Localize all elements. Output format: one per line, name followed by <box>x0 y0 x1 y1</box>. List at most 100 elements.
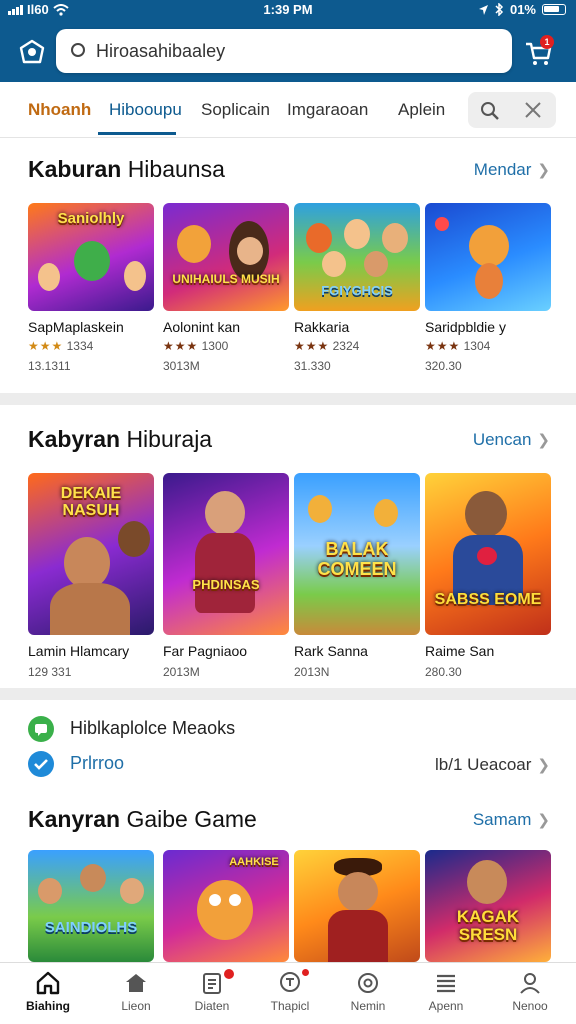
game-rating: ★★★ 1334 <box>28 339 94 353</box>
chat-bubble-icon <box>280 972 300 992</box>
see-more-link[interactable]: Samam ❯ <box>473 810 550 830</box>
search-bar[interactable] <box>56 29 512 73</box>
game-title: SapMaplaskein <box>28 319 124 335</box>
game-rating: ★★★ 1300 <box>163 339 229 353</box>
tab-2[interactable]: Hibooupu <box>109 100 182 120</box>
nav-item-profile[interactable]: Nenoo <box>490 971 570 1013</box>
info-row-action[interactable]: lb/1 Ueacoar ❯ <box>435 755 550 775</box>
game-card[interactable]: DEKAIE NASUH Lamin Hlamcary 129 331 <box>28 473 154 679</box>
game-thumbnail: FGIYGHCIS <box>294 203 420 311</box>
game-card[interactable]: PHDINSAS Far Pagniaoo 2013M <box>163 473 289 679</box>
bottom-nav: Biahing Lieon Diaten Thapicl Nemin Apenn… <box>0 962 576 1024</box>
game-thumbnail: SAINDIOLHS <box>28 850 154 962</box>
game-title: Rark Sanna <box>294 643 368 659</box>
game-card[interactable]: Saniolhly SapMaplaskein ★★★ 1334 13.1311 <box>28 203 154 373</box>
see-more-link[interactable]: Uencan ❯ <box>473 430 550 450</box>
game-meta: 280.30 <box>425 665 462 679</box>
see-more-link[interactable]: Mendar ❯ <box>474 160 550 180</box>
battery-percent: 01% <box>509 2 536 17</box>
game-meta: 2013N <box>294 665 330 679</box>
game-card[interactable]: AAHKISE <box>163 850 289 962</box>
profile-icon <box>520 973 540 994</box>
game-thumbnail: AAHKISE <box>163 850 289 962</box>
disc-icon <box>358 973 378 993</box>
active-tab-indicator <box>98 132 176 135</box>
game-card[interactable]: Saridpbldie y ★★★ 1304 320.30 <box>425 203 551 373</box>
star-rating-icon: ★★★ <box>163 339 199 353</box>
game-rating: ★★★ 1304 <box>425 339 491 353</box>
section-title: Kanyran Gaibe Game <box>28 806 257 832</box>
search-input[interactable] <box>96 37 496 65</box>
game-meta: 31.330 <box>294 359 331 373</box>
section-divider <box>0 393 576 405</box>
house-icon <box>126 974 146 992</box>
game-art-text: SABSS EOME <box>434 591 542 608</box>
star-rating-icon: ★★★ <box>425 339 461 353</box>
tab-5[interactable]: Aplein <box>398 100 445 120</box>
game-thumbnail: BALAK COMEEN <box>294 473 420 635</box>
section-divider <box>0 688 576 700</box>
nav-item-4[interactable]: Thapicl <box>250 969 330 1013</box>
game-art-text: AAHKISE <box>229 856 279 868</box>
search-icon[interactable] <box>480 101 500 121</box>
game-card[interactable] <box>294 850 420 962</box>
home-icon <box>36 971 60 995</box>
nav-item-3[interactable]: Diaten <box>172 969 252 1013</box>
tab-1[interactable]: Nhoanh <box>28 100 91 120</box>
nav-item-2[interactable]: Lieon <box>96 971 176 1013</box>
game-thumbnail: KAGAK SRESN <box>425 850 551 962</box>
game-meta: 2013M <box>163 665 200 679</box>
cart-badge: 1 <box>540 35 554 49</box>
nav-item-home[interactable]: Biahing <box>8 971 88 1013</box>
list-icon <box>437 974 455 993</box>
game-art-text: PHDINSAS <box>192 577 260 592</box>
star-rating-icon: ★★★ <box>294 339 330 353</box>
game-thumbnail: PHDINSAS <box>163 473 289 635</box>
game-art-text: KAGAK SRESN <box>456 907 520 944</box>
check-icon <box>28 751 54 777</box>
chat-icon <box>28 716 54 742</box>
game-thumbnail: SABSS EOME <box>425 473 551 635</box>
tab-4[interactable]: Imgaraoan <box>287 100 368 120</box>
game-art-text: FGIYGHCIS <box>321 283 393 298</box>
game-art-text: Saniolhly <box>57 210 125 227</box>
game-card[interactable]: SABSS EOME Raime San 280.30 <box>425 473 551 679</box>
game-card[interactable]: BALAK COMEEN Rark Sanna 2013N <box>294 473 420 679</box>
game-meta: 129 331 <box>28 665 72 679</box>
nav-item-5[interactable]: Nemin <box>328 971 408 1013</box>
game-card[interactable]: KAGAK SRESN <box>425 850 551 962</box>
close-icon[interactable] <box>524 101 542 119</box>
game-rating: ★★★ 2324 <box>294 339 360 353</box>
game-card[interactable]: SAINDIOLHS <box>28 850 154 962</box>
game-title: Aolonint kan <box>163 319 241 335</box>
star-rating-icon: ★★★ <box>28 339 64 353</box>
game-card[interactable]: FGIYGHCIS Rakkaria ★★★ 2324 31.330 <box>294 203 420 373</box>
game-title: Far Pagniaoo <box>163 643 248 659</box>
game-title: Rakkaria <box>294 319 350 335</box>
game-thumbnail <box>425 203 551 311</box>
location-icon <box>478 4 488 15</box>
game-title: Raime San <box>425 643 495 659</box>
status-bar: Il60 1:39 PM 01% <box>0 0 576 20</box>
search-icon <box>71 43 85 57</box>
game-meta: 3013M <box>163 359 200 373</box>
game-thumbnail: Saniolhly <box>28 203 154 311</box>
app-root: Il60 1:39 PM 01% 1 <box>0 0 576 1024</box>
game-thumbnail <box>294 850 420 962</box>
info-row[interactable]: Prlrroo <box>28 751 124 777</box>
game-art-text: BALAK COMEEN <box>317 539 397 579</box>
document-icon <box>203 973 221 994</box>
section-title: Kaburan Hibaunsa <box>28 156 225 182</box>
game-thumbnail: DEKAIE NASUH <box>28 473 154 635</box>
bluetooth-icon <box>495 3 504 16</box>
brand-logo-icon[interactable] <box>16 38 48 66</box>
nav-item-6[interactable]: Apenn <box>406 971 486 1013</box>
game-art-text: UNIHAIULS MUSIH <box>172 272 280 286</box>
tab-3[interactable]: Soplicain <box>201 100 270 120</box>
notification-dot <box>302 969 309 976</box>
section-title: Kabyran Hiburaja <box>28 426 213 452</box>
game-card[interactable]: UNIHAIULS MUSIH Aolonint kan ★★★ 1300 30… <box>163 203 289 373</box>
info-row[interactable]: Hiblkaplolce Meaoks <box>28 716 235 742</box>
game-thumbnail: UNIHAIULS MUSIH <box>163 203 289 311</box>
tab-tools <box>468 92 556 128</box>
